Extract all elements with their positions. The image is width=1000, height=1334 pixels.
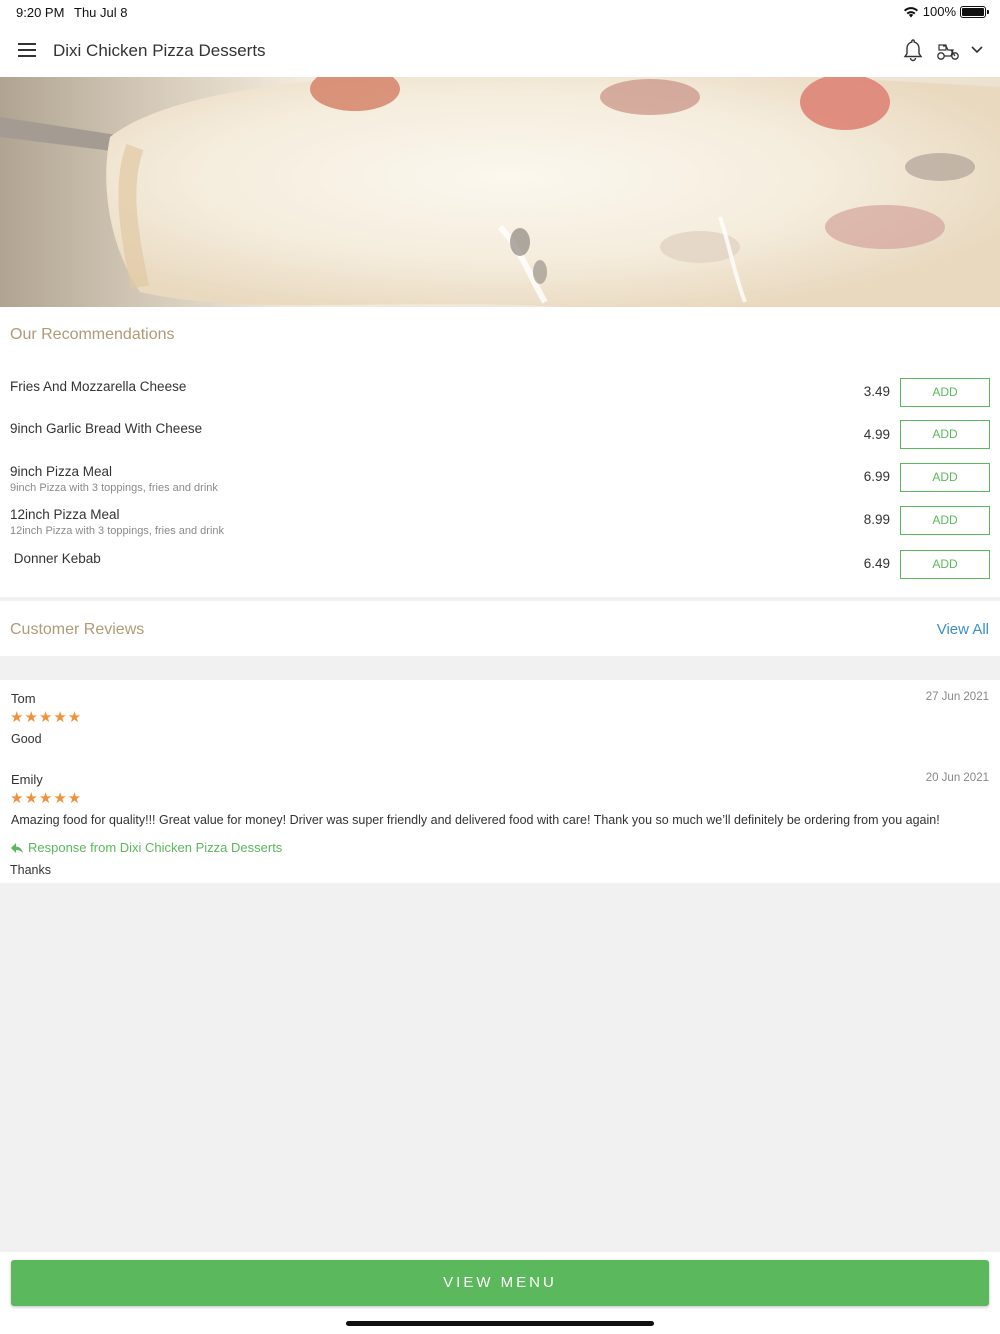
add-button[interactable]: ADD bbox=[900, 378, 990, 407]
app-title: Dixi Chicken Pizza Desserts bbox=[53, 41, 266, 60]
star-rating: ★★★★★ bbox=[10, 790, 83, 807]
list-item: 9inch Pizza Meal 9inch Pizza with 3 topp… bbox=[0, 463, 1000, 504]
item-description: 9inch Pizza with 3 toppings, fries and d… bbox=[10, 482, 218, 494]
reviews-header: Customer Reviews View All bbox=[0, 601, 1000, 656]
scooter-icon[interactable] bbox=[936, 40, 960, 62]
item-price: 6.99 bbox=[863, 469, 890, 484]
item-name: 9inch Garlic Bread With Cheese bbox=[10, 421, 203, 436]
item-price: 4.99 bbox=[863, 427, 890, 442]
chevron-down-icon[interactable] bbox=[969, 42, 985, 58]
item-price: 6.49 bbox=[863, 556, 890, 571]
reviewer-name: Emily bbox=[11, 772, 43, 787]
list-item: 9inch Garlic Bread With Cheese 4.99 ADD bbox=[0, 420, 1000, 461]
add-button[interactable]: ADD bbox=[900, 420, 990, 449]
app-bar: Dixi Chicken Pizza Desserts bbox=[0, 24, 1000, 77]
recommendations-section: Our Recommendations Fries And Mozzarella… bbox=[0, 307, 1000, 597]
list-item: 12inch Pizza Meal 12inch Pizza with 3 to… bbox=[0, 506, 1000, 547]
battery-icon bbox=[960, 5, 989, 18]
reply-icon bbox=[11, 842, 23, 853]
add-button[interactable]: ADD bbox=[900, 463, 990, 492]
battery-percent: 100% bbox=[922, 4, 956, 19]
item-price: 8.99 bbox=[863, 512, 890, 527]
response-text: Thanks bbox=[10, 863, 51, 877]
response-label: Response from Dixi Chicken Pizza Dessert… bbox=[28, 840, 283, 855]
review-date: 20 Jun 2021 bbox=[925, 772, 989, 784]
add-button[interactable]: ADD bbox=[900, 550, 990, 579]
star-rating: ★★★★★ bbox=[10, 709, 83, 726]
recommendations-title: Our Recommendations bbox=[10, 326, 175, 343]
item-name: Fries And Mozzarella Cheese bbox=[10, 379, 187, 394]
status-bar: 9:20 PM Thu Jul 8 100% bbox=[0, 0, 1000, 24]
home-indicator bbox=[346, 1321, 654, 1326]
reviews-title: Customer Reviews bbox=[10, 621, 145, 638]
reviewer-name: Tom bbox=[11, 691, 36, 706]
status-date: Thu Jul 8 bbox=[74, 5, 128, 20]
review-text: Amazing food for quality!!! Great value … bbox=[11, 813, 940, 827]
review-text: Good bbox=[11, 732, 42, 746]
bell-icon[interactable] bbox=[902, 38, 924, 62]
item-description: 12inch Pizza with 3 toppings, fries and … bbox=[10, 525, 225, 537]
review-response: Response from Dixi Chicken Pizza Dessert… bbox=[10, 840, 282, 855]
reviews-list: Tom 27 Jun 2021 ★★★★★ Good Emily 20 Jun … bbox=[0, 680, 1000, 883]
item-name: Donner Kebab bbox=[10, 551, 101, 566]
item-name: 12inch Pizza Meal bbox=[10, 507, 120, 522]
item-name: 9inch Pizza Meal bbox=[10, 464, 113, 479]
status-right: 100% bbox=[903, 4, 989, 19]
menu-icon[interactable] bbox=[18, 43, 36, 57]
add-button[interactable]: ADD bbox=[900, 506, 990, 535]
view-menu-button[interactable]: VIEW MENU bbox=[11, 1260, 989, 1306]
view-all-link[interactable]: View All bbox=[937, 621, 989, 638]
status-time: 9:20 PM bbox=[16, 5, 65, 20]
item-price: 3.49 bbox=[863, 384, 890, 399]
wifi-icon bbox=[903, 6, 918, 17]
list-item: Fries And Mozzarella Cheese 3.49 ADD bbox=[0, 378, 1000, 419]
review-date: 27 Jun 2021 bbox=[925, 691, 989, 703]
list-item: Donner Kebab 6.49 ADD bbox=[0, 550, 1000, 591]
hero-image bbox=[0, 77, 1000, 307]
